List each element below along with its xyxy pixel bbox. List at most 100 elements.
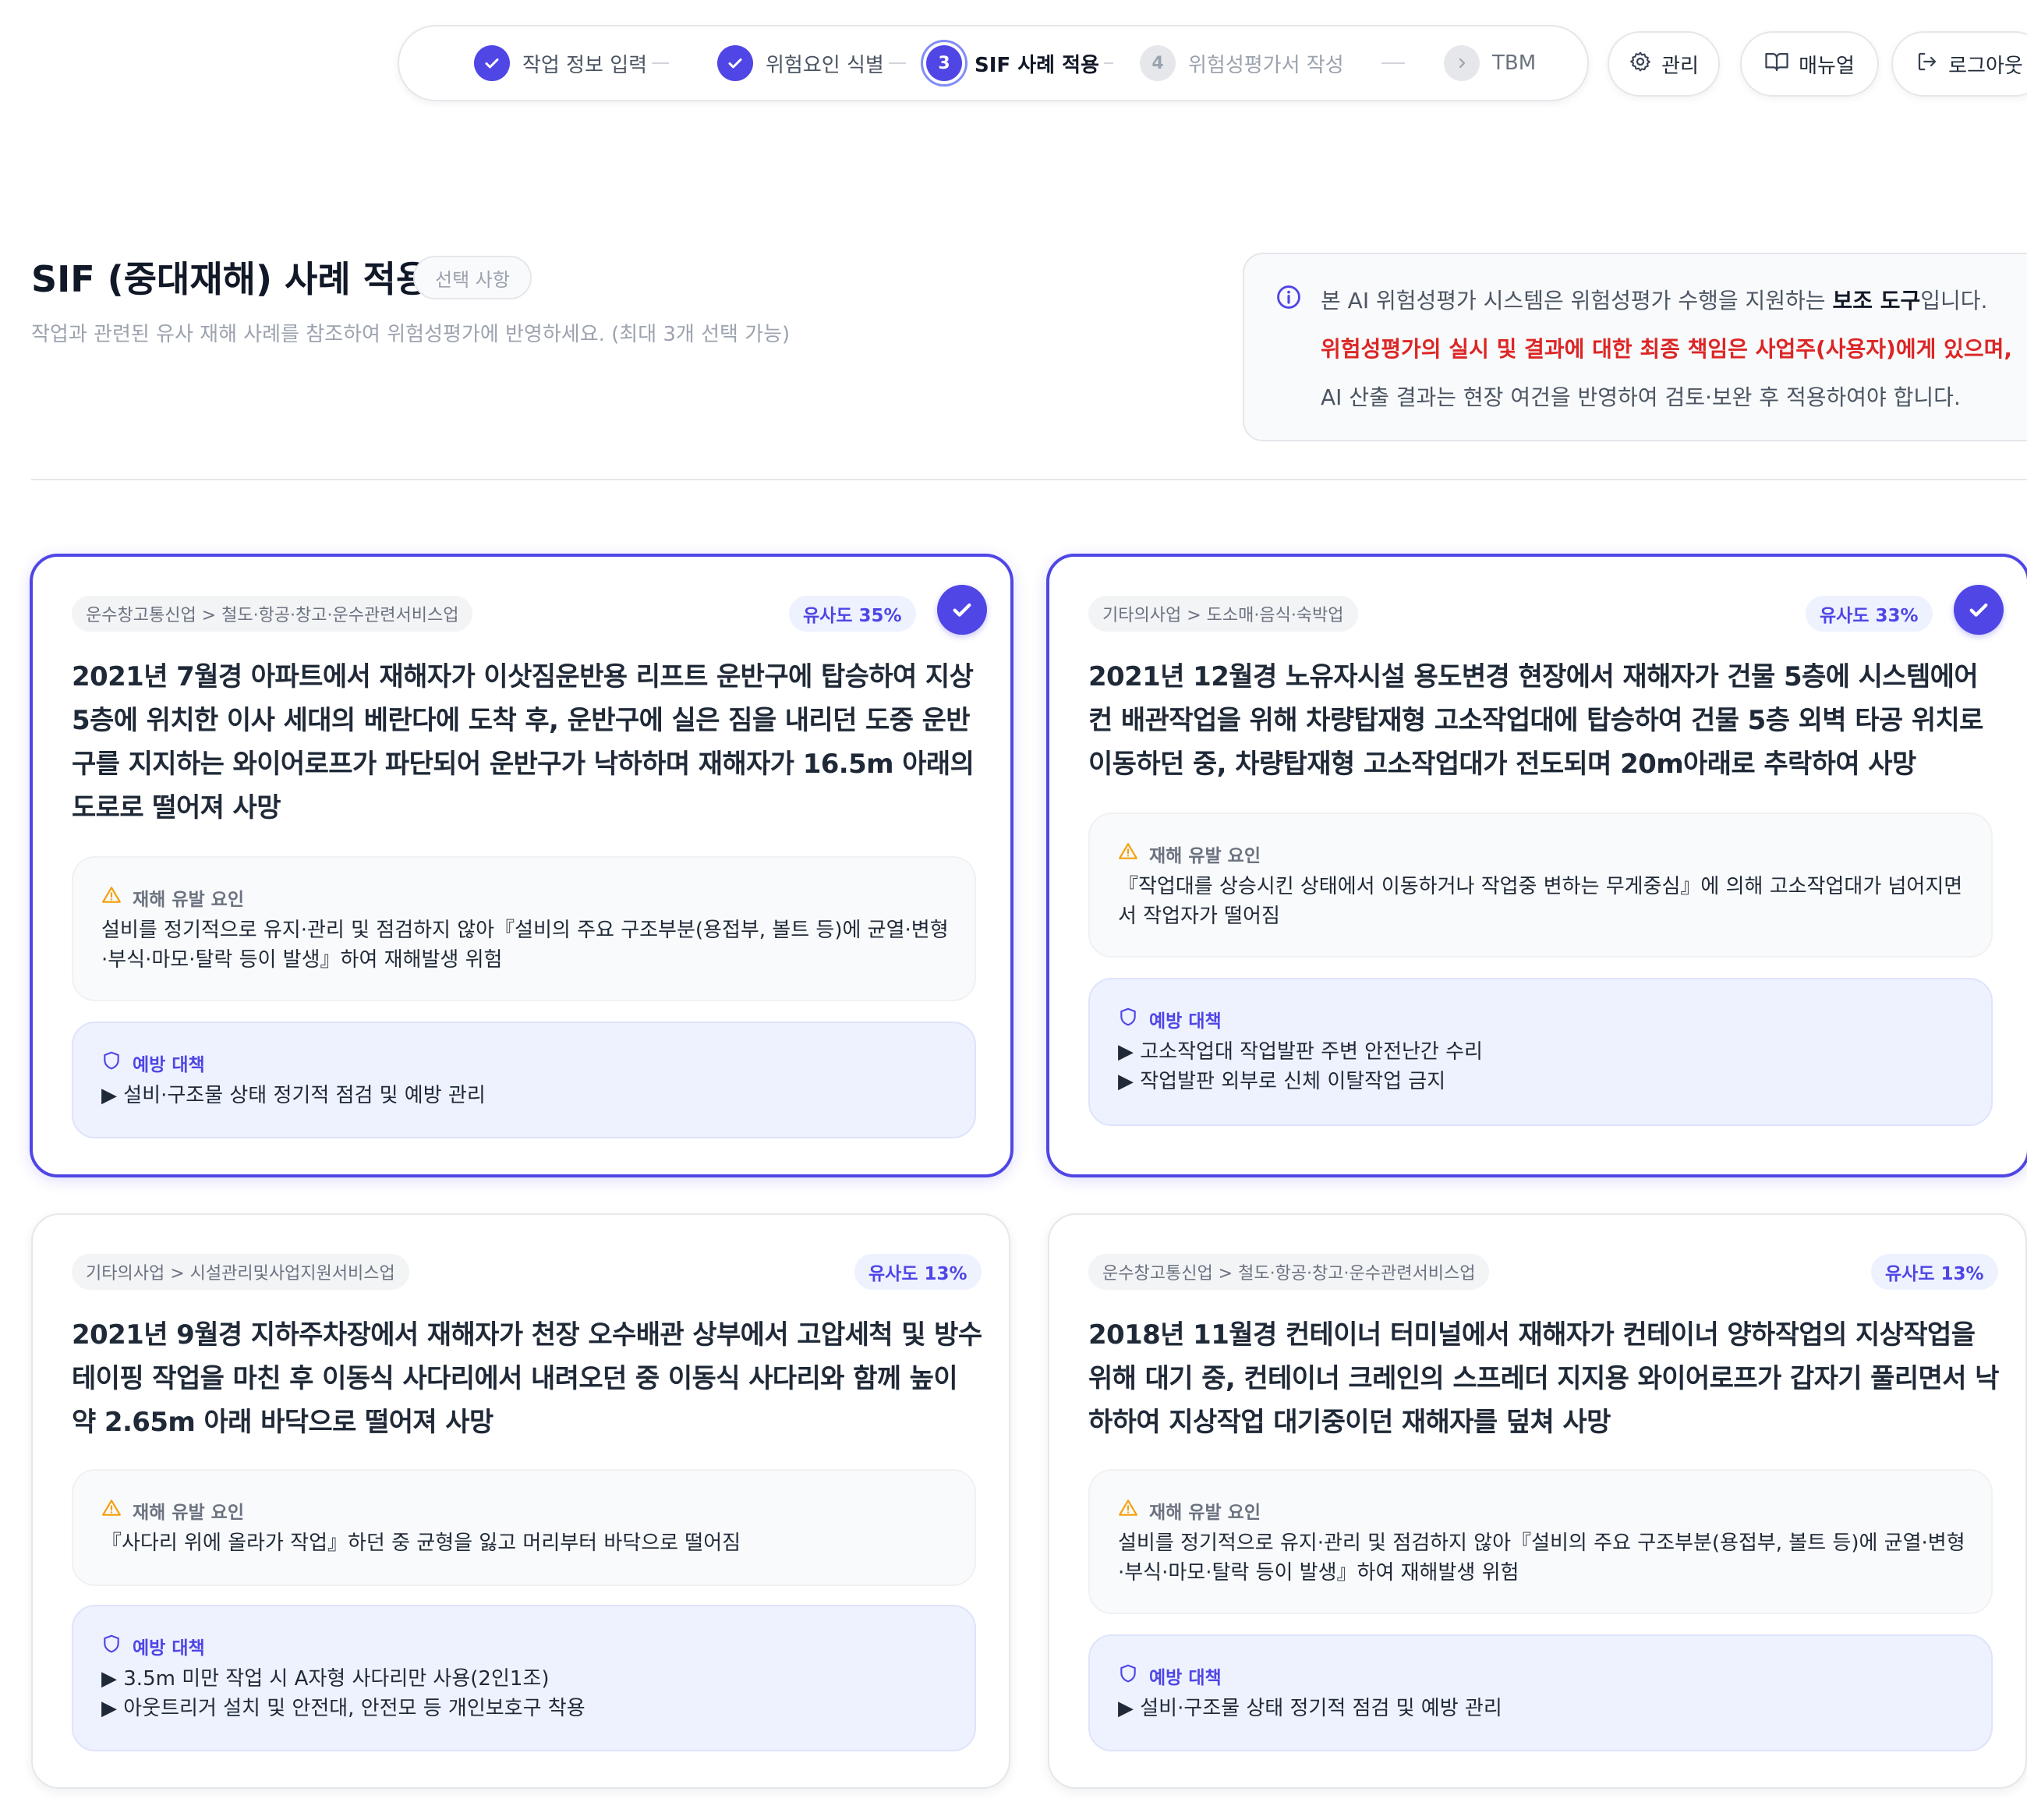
similarity-badge: 유사도 33% bbox=[1806, 596, 1933, 632]
prevention-box: 예방 대책 ▶ 설비·구조물 상태 정기적 점검 및 예방 관리 bbox=[1088, 1634, 1993, 1751]
case-title: 2018년 11월경 컨테이너 터미널에서 재해자가 컨테이너 양하작업의 지상… bbox=[1088, 1319, 1999, 1438]
hazard-factor-text: 『작업대를 상승시킨 상태에서 이동하거나 작업중 변하는 무게중심』에 의해 … bbox=[1118, 875, 1963, 928]
case-title: 2021년 7월경 아파트에서 재해자가 이삿짐운반용 리프트 운반구에 탑승하… bbox=[72, 661, 975, 823]
prevention-heading: 예방 대책 bbox=[1118, 1662, 1222, 1689]
prevention-heading: 예방 대책 bbox=[1118, 1006, 1222, 1032]
notice-text: 입니다. bbox=[1920, 288, 1988, 313]
book-icon bbox=[1764, 50, 1789, 79]
check-icon bbox=[474, 45, 510, 81]
hazard-factor-label: 재해 유발 요인 bbox=[133, 890, 244, 910]
sif-case-card[interactable]: 운수창고통신업 > 철도·항공·창고·운수관련서비스업 유사도 13% 2018… bbox=[1048, 1213, 2027, 1789]
case-title: 2021년 12월경 노유자시설 용도변경 현장에서 재해자가 건물 5층에 시… bbox=[1088, 661, 1983, 780]
notice-line: AI 산출 결과는 현장 여건을 반영하여 검토·보완 후 적용하여야 합니다. bbox=[1321, 384, 1961, 410]
step-risk-assessment[interactable]: 4 위험성평가서 작성 bbox=[1140, 27, 1405, 100]
info-icon bbox=[1275, 284, 1302, 313]
hazard-factor-label: 재해 유발 요인 bbox=[133, 1503, 244, 1523]
hazard-factor-label: 재해 유발 요인 bbox=[1149, 846, 1261, 866]
hazard-factor-text: 설비를 정기적으로 유지·관리 및 점검하지 않아『설비의 주요 구조부분(용접… bbox=[101, 919, 949, 972]
logout-label: 로그아웃 bbox=[1948, 54, 2023, 78]
warning-icon bbox=[101, 1498, 122, 1523]
sif-case-card[interactable]: 기타의사업 > 시설관리및사업지원서비스업 유사도 13% 2021년 9월경 … bbox=[31, 1213, 1010, 1789]
step-connector bbox=[652, 62, 670, 64]
step-label: 작업 정보 입력 bbox=[522, 53, 648, 77]
sif-case-card[interactable]: 운수창고통신업 > 철도·항공·창고·운수관련서비스업 유사도 35% 2021… bbox=[30, 554, 1014, 1177]
notice-text: 본 AI 위험성평가 시스템은 위험성평가 수행을 지원하는 bbox=[1321, 288, 1833, 313]
similarity-badge: 유사도 13% bbox=[1871, 1254, 1998, 1290]
admin-button[interactable]: 관리 bbox=[1608, 31, 1720, 97]
prevention-label: 예방 대책 bbox=[1149, 1668, 1222, 1688]
hazard-factor-box: 재해 유발 요인 『작업대를 상승시킨 상태에서 이동하거나 작업중 변하는 무… bbox=[1088, 813, 1993, 958]
shield-icon bbox=[101, 1634, 122, 1659]
prevention-item: ▶ 작업발판 외부로 신체 이탈작업 금지 bbox=[1118, 1070, 1446, 1093]
hazard-factor-heading: 재해 유발 요인 bbox=[1118, 841, 1261, 867]
admin-label: 관리 bbox=[1661, 54, 1699, 78]
prevention-heading: 예방 대책 bbox=[101, 1633, 205, 1659]
selected-check-icon[interactable] bbox=[937, 585, 987, 635]
step-number: 3 bbox=[926, 45, 962, 81]
sif-case-card[interactable]: 기타의사업 > 도소매·음식·숙박업 유사도 33% 2021년 12월경 노유… bbox=[1046, 554, 2027, 1177]
hazard-factor-box: 재해 유발 요인 『사다리 위에 올라가 작업』하던 중 균형을 잃고 머리부터… bbox=[72, 1469, 976, 1586]
step-connector bbox=[1103, 62, 1113, 64]
step-work-info[interactable]: 작업 정보 입력 bbox=[474, 27, 670, 100]
logout-button[interactable]: 로그아웃 bbox=[1891, 31, 2027, 97]
prevention-item: ▶ 아웃트리거 설치 및 안전대, 안전모 등 개인보호구 착용 bbox=[101, 1697, 585, 1720]
notice-responsibility: 위험성평가의 실시 및 결과에 대한 최종 책임은 사업주(사용자)에게 있으며… bbox=[1321, 336, 2013, 362]
step-label: 위험요인 식별 bbox=[766, 53, 884, 77]
logout-icon bbox=[1916, 50, 1939, 79]
prevention-label: 예방 대책 bbox=[1149, 1011, 1222, 1032]
prevention-item: ▶ 고소작업대 작업발판 주변 안전난간 수리 bbox=[1118, 1040, 1483, 1064]
prevention-box: 예방 대책 ▶ 3.5m 미만 작업 시 A자형 사다리만 사용(2인1조) ▶… bbox=[72, 1605, 976, 1751]
step-connector bbox=[888, 62, 906, 64]
prevention-list: ▶ 고소작업대 작업발판 주변 안전난간 수리 ▶ 작업발판 외부로 신체 이탈… bbox=[1118, 1037, 1968, 1096]
hazard-factor-heading: 재해 유발 요인 bbox=[101, 1497, 244, 1524]
manual-button[interactable]: 매뉴얼 bbox=[1740, 31, 1879, 97]
category-tag: 운수창고통신업 > 철도·항공·창고·운수관련서비스업 bbox=[72, 596, 473, 632]
warning-icon bbox=[1118, 841, 1138, 866]
shield-icon bbox=[101, 1050, 122, 1075]
shield-icon bbox=[1118, 1007, 1138, 1032]
step-tbm[interactable]: TBM bbox=[1444, 27, 1536, 100]
ai-disclaimer-notice: 본 AI 위험성평가 시스템은 위험성평가 수행을 지원하는 보조 도구입니다.… bbox=[1243, 253, 2027, 441]
hazard-factor-text: 『사다리 위에 올라가 작업』하던 중 균형을 잃고 머리부터 바닥으로 떨어짐 bbox=[101, 1531, 741, 1555]
case-title: 2021년 9월경 지하주차장에서 재해자가 천장 오수배관 상부에서 고압세척… bbox=[72, 1319, 982, 1438]
hazard-factor-heading: 재해 유발 요인 bbox=[1118, 1497, 1261, 1524]
chevron-right-icon bbox=[1444, 45, 1480, 81]
page-title: SIF (중대재해) 사례 적용 bbox=[31, 258, 430, 300]
prevention-list: ▶ 3.5m 미만 작업 시 A자형 사다리만 사용(2인1조) ▶ 아웃트리거… bbox=[101, 1664, 951, 1723]
category-tag: 운수창고통신업 > 철도·항공·창고·운수관련서비스업 bbox=[1088, 1254, 1490, 1290]
prevention-heading: 예방 대책 bbox=[101, 1050, 205, 1076]
category-tag: 기타의사업 > 도소매·음식·숙박업 bbox=[1088, 596, 1358, 632]
selected-check-icon[interactable] bbox=[1954, 585, 2004, 635]
hazard-factor-heading: 재해 유발 요인 bbox=[101, 884, 244, 911]
step-hazard-identification[interactable]: 위험요인 식별 bbox=[717, 27, 906, 100]
warning-icon bbox=[1118, 1498, 1138, 1523]
page-subtitle: 작업과 관련된 유사 재해 사례를 참조하여 위험성평가에 반영하세요. (최대… bbox=[31, 323, 791, 346]
step-connector bbox=[1381, 62, 1405, 64]
hazard-factor-box: 재해 유발 요인 설비를 정기적으로 유지·관리 및 점검하지 않아『설비의 주… bbox=[72, 856, 976, 1001]
category-tag: 기타의사업 > 시설관리및사업지원서비스업 bbox=[72, 1254, 409, 1290]
step-number: 4 bbox=[1140, 45, 1176, 81]
prevention-box: 예방 대책 ▶ 고소작업대 작업발판 주변 안전난간 수리 ▶ 작업발판 외부로… bbox=[1088, 978, 1993, 1126]
manual-label: 매뉴얼 bbox=[1799, 54, 1855, 78]
shield-icon bbox=[1118, 1663, 1138, 1688]
prevention-label: 예방 대책 bbox=[133, 1638, 205, 1659]
similarity-badge: 유사도 13% bbox=[854, 1254, 982, 1290]
step-label: SIF 사례 적용 bbox=[975, 53, 1099, 77]
hazard-factor-text: 설비를 정기적으로 유지·관리 및 점검하지 않아『설비의 주요 구조부분(용접… bbox=[1118, 1531, 1965, 1585]
step-label: 위험성평가서 작성 bbox=[1188, 53, 1344, 77]
notice-line: 본 AI 위험성평가 시스템은 위험성평가 수행을 지원하는 보조 도구입니다. bbox=[1321, 284, 1987, 315]
prevention-list: ▶ 설비·구조물 상태 정기적 점검 및 예방 관리 bbox=[101, 1081, 951, 1110]
notice-emphasis: 보조 도구 bbox=[1832, 288, 1921, 313]
prevention-item: ▶ 설비·구조물 상태 정기적 점검 및 예방 관리 bbox=[1118, 1697, 1502, 1720]
prevention-item: ▶ 설비·구조물 상태 정기적 점검 및 예방 관리 bbox=[101, 1084, 486, 1107]
similarity-badge: 유사도 35% bbox=[789, 596, 916, 632]
prevention-item: ▶ 3.5m 미만 작업 시 A자형 사다리만 사용(2인1조) bbox=[101, 1667, 550, 1691]
step-sif-case[interactable]: 3 SIF 사례 적용 bbox=[926, 27, 1113, 100]
step-label: TBM bbox=[1492, 51, 1537, 75]
prevention-list: ▶ 설비·구조물 상태 정기적 점검 및 예방 관리 bbox=[1118, 1694, 1968, 1723]
divider bbox=[31, 479, 2027, 480]
progress-stepper: 작업 정보 입력 위험요인 식별 3 SIF 사례 적용 4 위험성평가서 작성… bbox=[398, 25, 1589, 101]
hazard-factor-box: 재해 유발 요인 설비를 정기적으로 유지·관리 및 점검하지 않아『설비의 주… bbox=[1088, 1469, 1993, 1614]
prevention-box: 예방 대책 ▶ 설비·구조물 상태 정기적 점검 및 예방 관리 bbox=[72, 1022, 976, 1138]
optional-badge: 선택 사항 bbox=[413, 256, 532, 299]
